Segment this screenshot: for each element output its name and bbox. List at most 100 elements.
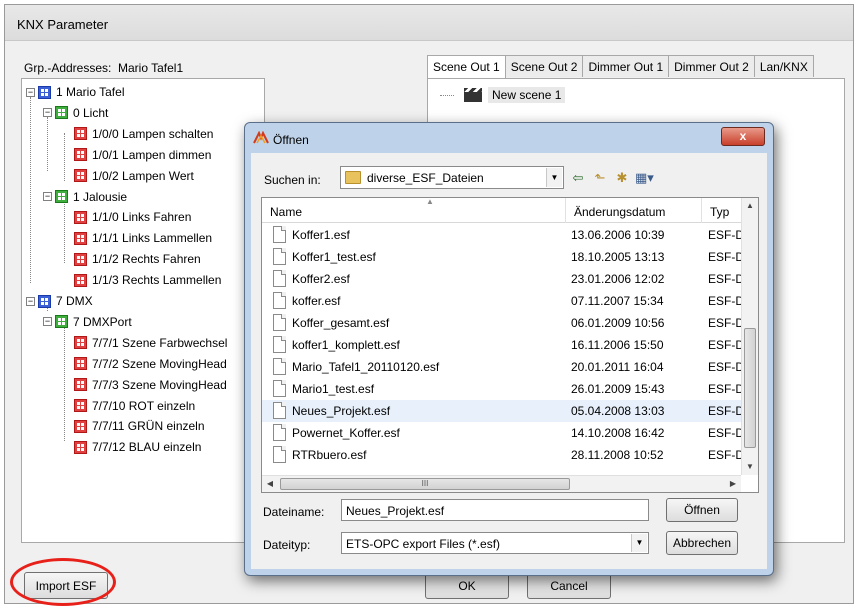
horizontal-scroll-thumb[interactable]: III [280, 478, 570, 490]
file-row[interactable]: Mario1_test.esf 26.01.2009 15:43 ESF-D [262, 378, 744, 400]
scroll-up-icon[interactable]: ▲ [742, 198, 758, 214]
file-type: ESF-D [708, 360, 744, 374]
file-name: Koffer1.esf [292, 228, 350, 242]
tree-item[interactable]: − 1 Mario Tafel [26, 83, 124, 101]
file-row[interactable]: Koffer1_test.esf 18.10.2005 13:13 ESF-D [262, 246, 744, 268]
close-button[interactable]: x [721, 127, 765, 146]
tree-item-label: 7/7/10 ROT einzeln [92, 398, 196, 413]
file-icon [273, 226, 286, 243]
tree-item[interactable]: 1/0/2 Lampen Wert [74, 167, 194, 185]
scroll-left-icon[interactable]: ◀ [262, 476, 278, 492]
filetype-label: Dateityp: [263, 538, 311, 552]
view-menu-icon[interactable]: ▦▾ [635, 169, 654, 187]
tree-item[interactable]: 1/1/3 Rechts Lammellen [74, 271, 221, 289]
tree-item[interactable]: 7/7/10 ROT einzeln [74, 397, 195, 415]
tab-dimmer-out-1[interactable]: Dimmer Out 1 [582, 55, 670, 77]
group-address-icon [74, 210, 87, 224]
tree-item[interactable]: 7/7/1 Szene Farbwechsel [74, 334, 227, 352]
tree-item-label: 1/1/1 Links Lammellen [92, 231, 213, 246]
file-icon [273, 358, 286, 375]
file-date: 06.01.2009 10:56 [571, 316, 665, 330]
tab-dimmer-out-2[interactable]: Dimmer Out 2 [668, 55, 755, 77]
tab-scene-out-1[interactable]: Scene Out 1 [427, 55, 506, 79]
scroll-down-icon[interactable]: ▼ [742, 459, 758, 475]
scene-label: New scene 1 [488, 87, 566, 103]
file-name: Koffer1_test.esf [292, 250, 376, 264]
file-type: ESF-D [708, 228, 744, 242]
tree-line [64, 133, 65, 181]
vertical-scrollbar[interactable]: ▲ ▼ [741, 198, 758, 475]
file-date: 05.04.2008 13:03 [571, 404, 665, 418]
file-row[interactable]: koffer1_komplett.esf 16.11.2006 15:50 ESF-… [262, 334, 744, 356]
scroll-right-icon[interactable]: ▶ [725, 476, 741, 492]
file-row[interactable]: Powernet_Koffer.esf 14.10.2008 16:42 ESF-D [262, 422, 744, 444]
tree-item[interactable]: 1/1/1 Links Lammellen [74, 229, 212, 247]
file-name: koffer.esf [292, 294, 341, 308]
chevron-down-icon[interactable]: ▼ [546, 168, 562, 187]
tree-item[interactable]: − 0 Licht [43, 104, 108, 122]
back-icon[interactable]: ⇦ [569, 169, 587, 187]
tree-item[interactable]: 1/0/1 Lampen dimmen [74, 146, 211, 164]
collapse-toggle-icon[interactable]: − [26, 296, 35, 306]
tree-item[interactable]: − 7 DMX [26, 292, 93, 310]
file-row[interactable]: Neues_Projekt.esf 05.04.2008 13:03 ESF-D [262, 400, 744, 422]
tree-item[interactable]: 1/1/2 Rechts Fahren [74, 250, 201, 268]
ok-button[interactable]: OK [425, 572, 509, 599]
tree-item-label: 7 DMXPort [73, 314, 132, 329]
dialog-titlebar[interactable]: Öffnen x [245, 123, 773, 153]
group-address-icon [74, 252, 87, 266]
vertical-scroll-thumb[interactable] [744, 328, 756, 448]
tree-item[interactable]: 7/7/11 GRÜN einzeln [74, 417, 205, 435]
collapse-toggle-icon[interactable]: − [26, 87, 35, 97]
tree-item[interactable]: − 7 DMXPort [43, 313, 132, 331]
group-address-icon [74, 127, 87, 141]
file-row[interactable]: RTRbuero.esf 28.11.2008 10:52 ESF-D [262, 444, 744, 466]
column-header-date[interactable]: Änderungsdatum [566, 198, 702, 223]
tab-scene-out-2[interactable]: Scene Out 2 [504, 55, 584, 77]
cancel-dialog-button[interactable]: Abbrechen [666, 531, 738, 555]
tree-line [64, 197, 65, 263]
scene-list-item[interactable]: New scene 1 [440, 87, 566, 103]
tab-lan-knx[interactable]: Lan/KNX [753, 55, 814, 77]
file-row[interactable]: Mario_Tafel1_20110120.esf 20.01.2011 16:0… [262, 356, 744, 378]
file-icon [273, 424, 286, 441]
file-icon [273, 336, 286, 353]
group-address-icon [74, 169, 87, 183]
file-name: Mario_Tafel1_20110120.esf [292, 360, 440, 374]
collapse-toggle-icon[interactable]: − [43, 192, 52, 201]
tree-item[interactable]: 7/7/2 Szene MovingHead [74, 355, 227, 373]
chevron-down-icon[interactable]: ▼ [631, 534, 647, 552]
tree-item[interactable]: 7/7/3 Szene MovingHead [74, 376, 227, 394]
file-row[interactable]: koffer.esf 07.11.2007 15:34 ESF-D [262, 290, 744, 312]
window-title: KNX Parameter [5, 5, 853, 41]
file-row[interactable]: Koffer1.esf 13.06.2006 10:39 ESF-D [262, 224, 744, 246]
filetype-select[interactable]: ETS-OPC export Files (*.esf) ▼ [341, 532, 649, 554]
tree-item[interactable]: 1/1/0 Links Fahren [74, 208, 191, 226]
open-button[interactable]: Öffnen [666, 498, 738, 522]
file-icon [273, 446, 286, 463]
file-row[interactable]: Koffer_gesamt.esf 06.01.2009 10:56 ESF-D [262, 312, 744, 334]
file-date: 07.11.2007 15:34 [571, 294, 664, 308]
tree-item[interactable]: 1/0/0 Lampen schalten [74, 125, 213, 143]
file-row[interactable]: Koffer2.esf 23.01.2006 12:02 ESF-D [262, 268, 744, 290]
cancel-button[interactable]: Cancel [527, 572, 611, 599]
tree-item-label: 7/7/2 Szene MovingHead [92, 356, 227, 371]
look-in-value: diverse_ESF_Dateien [367, 170, 484, 185]
file-name: Koffer2.esf [292, 272, 350, 286]
horizontal-scrollbar[interactable]: ◀ III ▶ [262, 475, 741, 492]
column-header-name[interactable]: ▲ Name [262, 198, 566, 223]
filename-input[interactable]: Neues_Projekt.esf [341, 499, 649, 521]
file-list[interactable]: ▲ Name Änderungsdatum Typ Koffer1.esf 13.… [261, 197, 759, 493]
file-date: 23.01.2006 12:02 [571, 272, 665, 286]
group-address-icon [74, 231, 87, 245]
up-folder-icon[interactable]: ⬑ [591, 169, 609, 187]
collapse-toggle-icon[interactable]: − [43, 108, 52, 118]
file-name: RTRbuero.esf [292, 448, 367, 462]
collapse-toggle-icon[interactable]: − [43, 317, 52, 327]
tree-item[interactable]: − 1 Jalousie [43, 188, 127, 206]
group-address-tree[interactable]: −1 Mario Tafel −0 Licht 1/0/0 Lampen schal… [21, 78, 265, 543]
tree-line [47, 117, 48, 171]
new-folder-icon[interactable]: ✱ [613, 169, 631, 187]
look-in-combo[interactable]: diverse_ESF_Dateien ▼ [340, 166, 564, 189]
tree-item[interactable]: 7/7/12 BLAU einzeln [74, 438, 201, 456]
